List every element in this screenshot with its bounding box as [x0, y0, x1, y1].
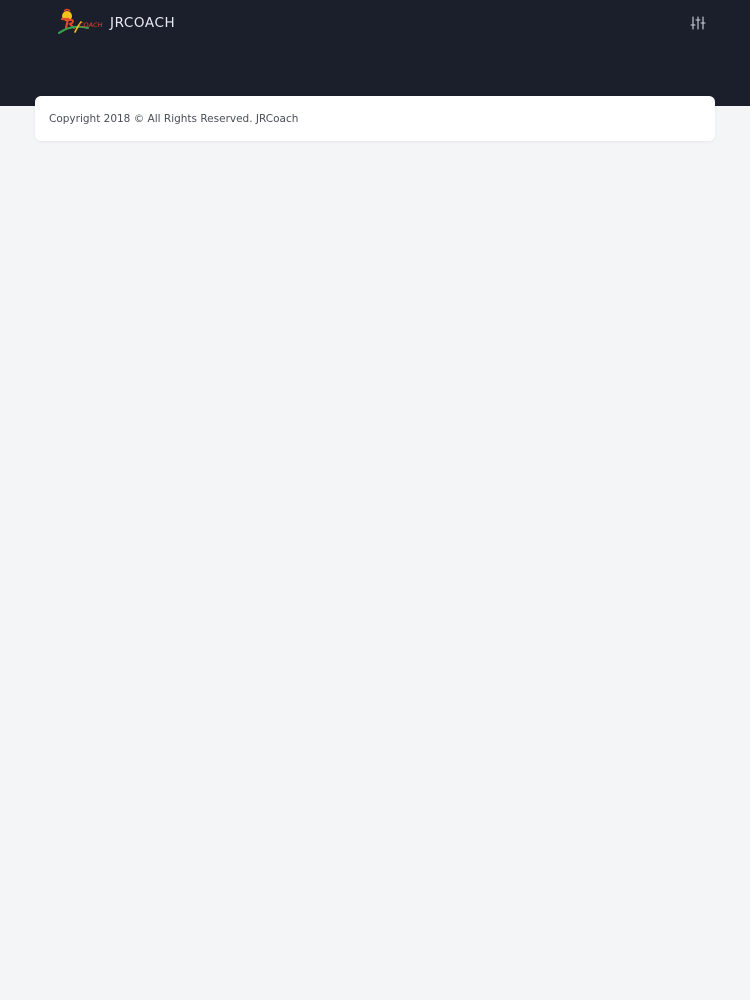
sliders-icon	[690, 16, 706, 30]
svg-text:COACH: COACH	[79, 21, 103, 29]
top-header: COACH JRCOACH	[0, 0, 750, 106]
copyright-text: Copyright 2018 © All Rights Reserved. JR…	[49, 112, 299, 125]
footer-card: Copyright 2018 © All Rights Reserved. JR…	[35, 96, 715, 141]
settings-button[interactable]	[686, 12, 710, 34]
brand-link[interactable]: COACH JRCOACH	[58, 8, 175, 38]
brand-name: JRCOACH	[110, 15, 176, 31]
jrcoach-logo-icon: COACH	[58, 8, 103, 34]
